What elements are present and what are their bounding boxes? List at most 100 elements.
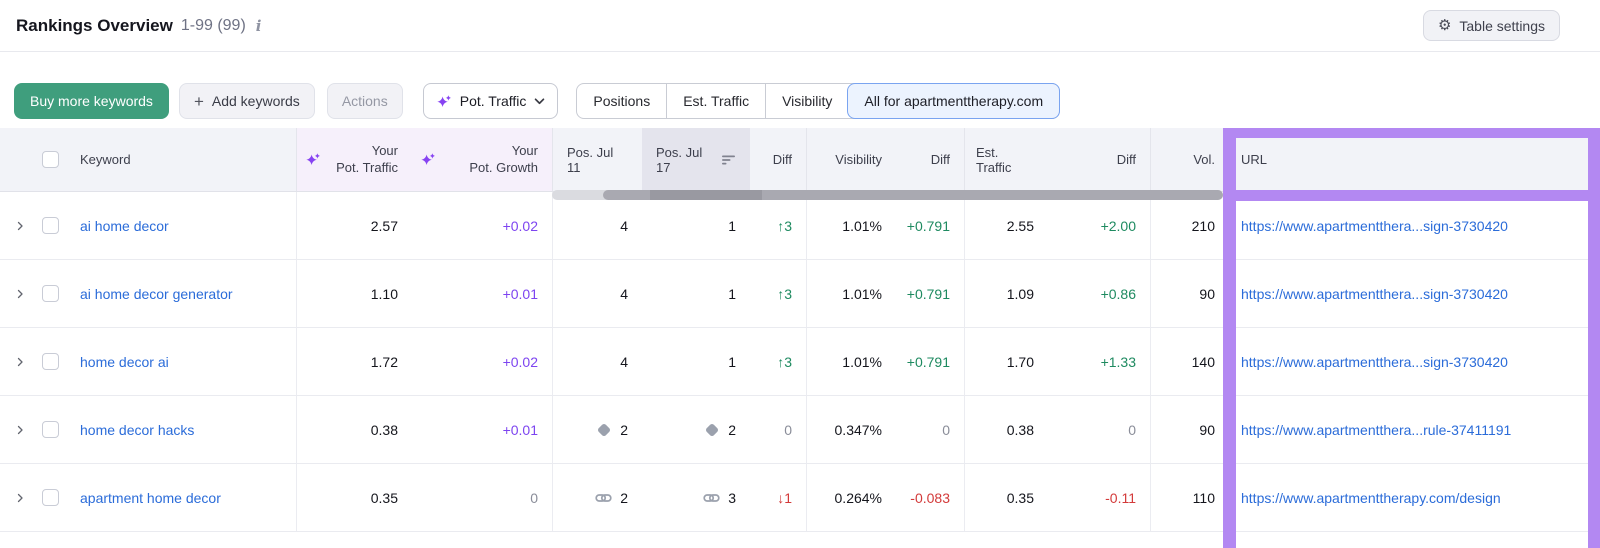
row-expander[interactable] (0, 260, 40, 327)
row-expander[interactable] (0, 396, 40, 463)
est-traffic-value: 0.38 (964, 396, 1048, 463)
pot-traffic-value: 2.57 (296, 192, 412, 259)
pos-jul11-value: 4 (552, 328, 642, 395)
row-expander[interactable] (0, 192, 40, 259)
row-checkbox[interactable] (42, 353, 59, 370)
pos-jul11-value: 4 (552, 192, 642, 259)
column-header-pos-jul11[interactable]: Pos. Jul 11 (552, 128, 642, 191)
report-segmented-control: Positions Est. Traffic Visibility All fo… (576, 83, 1061, 119)
select-all-checkbox[interactable] (42, 151, 59, 168)
url-column-annotation-top (1223, 128, 1600, 138)
buy-more-keywords-button[interactable]: Buy more keywords (14, 83, 169, 119)
segment-all-for-domain[interactable]: All for apartmenttherapy.com (847, 83, 1061, 119)
pot-traffic-value: 1.10 (296, 260, 412, 327)
chevron-right-icon (17, 493, 23, 502)
chevron-right-icon (17, 357, 23, 366)
column-header-diff-est-traffic[interactable]: Diff (1048, 128, 1150, 191)
table-row: apartment home decor 0.35 0 2 3 ↓1 0.264… (0, 464, 1600, 532)
url-link[interactable]: https://www.apartmentthera...sign-373042… (1241, 286, 1508, 302)
table-row: ai home decor 2.57 +0.02 4 1 ↑3 1.01% +0… (0, 192, 1600, 260)
row-checkbox[interactable] (42, 285, 59, 302)
pot-growth-value: +0.01 (502, 285, 538, 302)
pos-diff-value: 0 (784, 421, 792, 438)
est-traffic-diff-value: +0.86 (1100, 285, 1136, 302)
visibility-value: 1.01% (806, 328, 896, 395)
column-header-pot-traffic[interactable]: Your Pot. Traffic (296, 128, 412, 191)
url-column-annotation-divider (1223, 190, 1600, 201)
add-keywords-button[interactable]: Add keywords (178, 83, 315, 119)
keyword-link[interactable]: ai home decor (80, 218, 169, 234)
pot-growth-value: +0.01 (502, 421, 538, 438)
volume-value: 110 (1150, 464, 1223, 531)
column-header-diff-position[interactable]: Diff (750, 128, 806, 191)
add-keywords-label: Add keywords (211, 93, 300, 109)
keyword-link[interactable]: home decor hacks (80, 422, 194, 438)
visibility-value: 1.01% (806, 192, 896, 259)
header-expander-spacer (0, 128, 40, 191)
plus-icon (194, 93, 204, 110)
metric-dropdown[interactable]: Pot. Traffic (422, 83, 559, 119)
est-traffic-diff-value: 0 (1128, 421, 1136, 438)
horizontal-scrollbar-shade (650, 190, 762, 200)
volume-value: 140 (1150, 328, 1223, 395)
volume-value: 90 (1150, 260, 1223, 327)
row-checkbox[interactable] (42, 489, 59, 506)
pot-traffic-value: 1.72 (296, 328, 412, 395)
visibility-diff-value: +0.791 (906, 353, 950, 370)
pos-jul11-value: 2 (620, 489, 628, 506)
est-traffic-value: 1.70 (964, 328, 1048, 395)
visibility-value: 0.264% (806, 464, 896, 531)
visibility-diff-value: -0.083 (910, 489, 950, 506)
link-icon (703, 493, 720, 502)
gear-icon (1438, 18, 1451, 33)
url-link[interactable]: https://www.apartmentthera...sign-373042… (1241, 354, 1508, 370)
column-header-volume[interactable]: Vol. (1150, 128, 1223, 191)
url-column-annotation-left (1223, 128, 1236, 548)
url-link[interactable]: https://www.apartmenttherapy.com/design (1241, 490, 1501, 506)
pos-jul11-value: 2 (620, 421, 628, 438)
pos-jul17-value: 1 (728, 285, 736, 302)
keyword-link[interactable]: apartment home decor (80, 490, 221, 506)
row-checkbox[interactable] (42, 217, 59, 234)
link-icon (595, 493, 612, 502)
keyword-link[interactable]: home decor ai (80, 354, 169, 370)
table-settings-button[interactable]: Table settings (1422, 10, 1560, 41)
pos-diff-value: ↑3 (777, 217, 792, 234)
column-header-pot-growth[interactable]: Your Pot. Growth (412, 128, 552, 191)
actions-button[interactable]: Actions (326, 83, 403, 119)
url-link[interactable]: https://www.apartmentthera...rule-374111… (1241, 422, 1511, 438)
table-row: home decor hacks 0.38 +0.01 2 2 0 0.347%… (0, 396, 1600, 464)
url-link[interactable]: https://www.apartmentthera...sign-373042… (1241, 218, 1508, 234)
column-header-est-traffic[interactable]: Est. Traffic (964, 128, 1048, 191)
chevron-right-icon (17, 289, 23, 298)
column-header-diff-visibility[interactable]: Diff (896, 128, 964, 191)
pos-jul17-value: 3 (728, 489, 736, 506)
est-traffic-diff-value: -0.11 (1105, 489, 1136, 506)
row-checkbox[interactable] (42, 421, 59, 438)
row-expander[interactable] (0, 328, 40, 395)
pot-growth-value: +0.02 (502, 353, 538, 370)
est-traffic-value: 0.35 (964, 464, 1048, 531)
segment-positions[interactable]: Positions (577, 84, 666, 118)
pos-jul11-value: 4 (552, 260, 642, 327)
info-icon[interactable] (256, 17, 262, 35)
column-header-pos-jul17-sorted[interactable]: Pos. Jul 17 (642, 128, 750, 191)
table-body: ai home decor 2.57 +0.02 4 1 ↑3 1.01% +0… (0, 192, 1600, 532)
ai-sparkles-icon (437, 94, 451, 107)
row-expander[interactable] (0, 464, 40, 531)
title-bar: Rankings Overview 1-99 (99) Table settin… (0, 0, 1600, 52)
sort-descending-icon (722, 155, 735, 164)
url-column-annotation-right (1588, 128, 1600, 548)
toolbar: Buy more keywords Add keywords Actions P… (0, 52, 1600, 128)
pos-diff-value: ↑3 (777, 353, 792, 370)
column-header-keyword[interactable]: Keyword (72, 128, 296, 191)
ai-sparkles-icon (306, 153, 321, 166)
visibility-diff-value: +0.791 (906, 285, 950, 302)
column-header-visibility[interactable]: Visibility (806, 128, 896, 191)
keyword-link[interactable]: ai home decor generator (80, 286, 233, 302)
pot-growth-value: 0 (530, 489, 538, 506)
segment-est-traffic[interactable]: Est. Traffic (666, 84, 765, 118)
table-row: home decor ai 1.72 +0.02 4 1 ↑3 1.01% +0… (0, 328, 1600, 396)
segment-visibility[interactable]: Visibility (765, 84, 848, 118)
pot-traffic-value: 0.38 (296, 396, 412, 463)
